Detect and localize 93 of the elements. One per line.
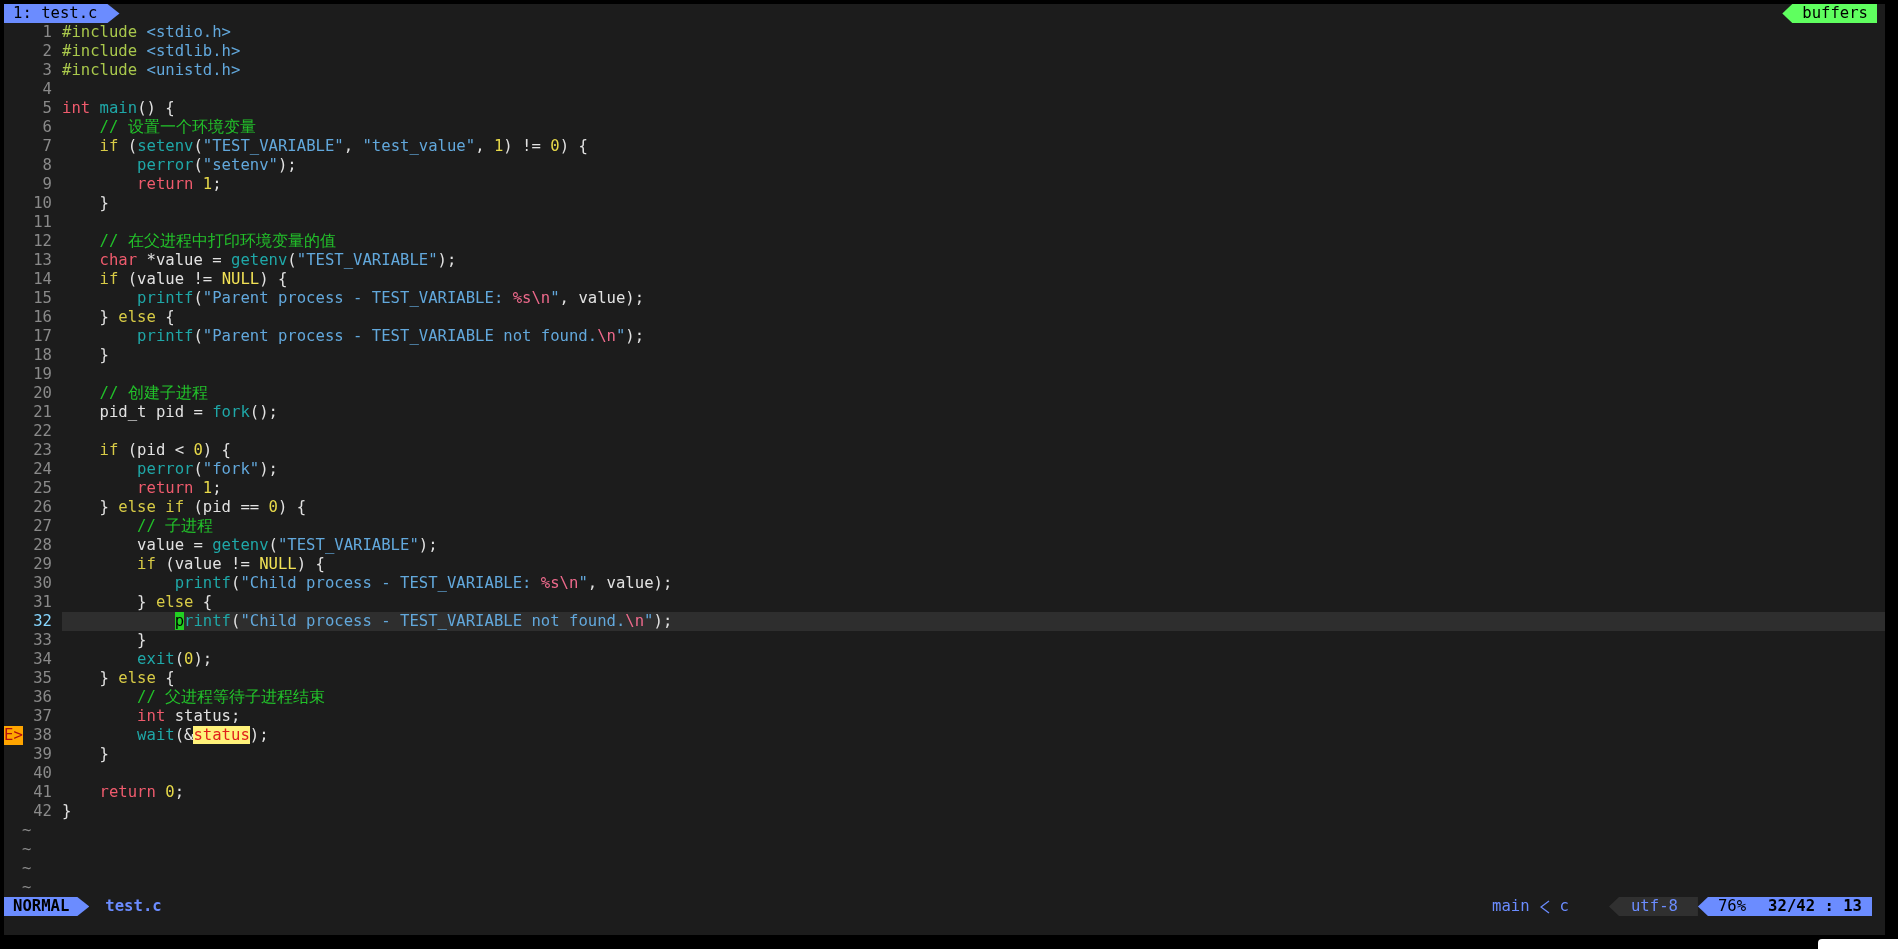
code-line: return 1; (136, 175, 222, 194)
line-number: 2 (42, 42, 52, 60)
line-number: 21 (33, 403, 52, 421)
line-number: 15 (33, 289, 52, 307)
code-line: wait(&status); (136, 726, 269, 745)
code-line: pid_t pid = fork(); (98, 403, 278, 422)
code-line: } else if (pid == 0) { (98, 498, 307, 517)
line-number: 32 (33, 612, 52, 630)
line-number: 19 (33, 365, 52, 383)
code-line: } else { (98, 308, 175, 327)
line-number: 13 (33, 251, 52, 269)
file-type: c (1559, 897, 1569, 916)
line-number: 29 (33, 555, 52, 573)
line-number: 39 (33, 745, 52, 763)
line-number: 31 (33, 593, 52, 611)
line-number: 8 (42, 156, 52, 174)
code-line: printf("Parent process - TEST_VARIABLE: %s\n", value); (136, 289, 645, 308)
buffers-button[interactable]: buffers (1782, 4, 1877, 23)
line-number: 42 (33, 802, 52, 820)
line-number: 24 (33, 460, 52, 478)
file-name: test.c (105, 897, 162, 916)
cursor-position: 32/42 : 13 (1768, 897, 1862, 916)
code-line: perror("setenv"); (136, 156, 297, 175)
line-number: 6 (42, 118, 52, 136)
function-name: main (1492, 897, 1530, 916)
line-number: 35 (33, 669, 52, 687)
code-line: printf("Parent process - TEST_VARIABLE not found.\n"); (136, 327, 645, 346)
code-line: perror("fork"); (136, 460, 278, 479)
code-line: int status; (136, 707, 241, 726)
code-line: #include <unistd.h> (62, 61, 241, 80)
line-number: 22 (33, 422, 52, 440)
line-number: 33 (33, 631, 52, 649)
line-number: 23 (33, 441, 52, 459)
line-number: 9 (42, 175, 52, 193)
line-number: 10 (33, 194, 52, 212)
line-number: 12 (33, 232, 52, 250)
line-number: 16 (33, 308, 52, 326)
code-line: // 父进程等待子进程结束 (136, 688, 326, 707)
code-line: #include <stdio.h> (62, 23, 231, 42)
separator-icon (1539, 899, 1550, 914)
code-line: return 0; (98, 783, 185, 802)
code-line: if (setenv("TEST_VARIABLE", "test_value", 1) != 0) { (98, 137, 588, 156)
code-line: exit(0); (136, 650, 213, 669)
code-line: return 1; (136, 479, 222, 498)
line-number: 26 (33, 498, 52, 516)
code-line: int main() { (62, 99, 175, 118)
line-number: 20 (33, 384, 52, 402)
code-line: char *value = getenv("TEST_VARIABLE"); (98, 251, 457, 270)
line-number: 34 (33, 650, 52, 668)
line-number: 11 (33, 213, 52, 231)
error-sign: E> (4, 726, 23, 745)
code-line: // 子进程 (136, 517, 214, 536)
line-number: 17 (33, 327, 52, 345)
tilde-marker: ~ (22, 821, 32, 839)
mode-indicator: NORMAL (4, 897, 90, 916)
code-line: // 设置一个环境变量 (98, 118, 256, 137)
line-number: 18 (33, 346, 52, 364)
encoding-label: utf-8 (1609, 897, 1698, 916)
line-number: 37 (33, 707, 52, 725)
code-line: } (98, 745, 109, 764)
line-number: 28 (33, 536, 52, 554)
line-number: 5 (42, 99, 52, 117)
line-number: 38 (33, 726, 52, 744)
code-line: if (value != NULL) { (136, 555, 325, 574)
code-line: } (62, 802, 72, 821)
line-number: 41 (33, 783, 52, 801)
line-number: 3 (42, 61, 52, 79)
code-line: // 在父进程中打印环境变量的值 (98, 232, 336, 251)
tilde-marker: ~ (22, 859, 32, 877)
line-number: 36 (33, 688, 52, 706)
scroll-percent: 76% (1717, 897, 1747, 916)
code-line: } (98, 194, 109, 213)
code-line: } else { (136, 593, 213, 612)
line-number: 14 (33, 270, 52, 288)
code-line: // 创建子进程 (98, 384, 208, 403)
code-line: printf("Child process - TEST_VARIABLE: %s\n", value); (173, 574, 673, 593)
code-line: } else { (98, 669, 175, 688)
line-number: 25 (33, 479, 52, 497)
tilde-marker: ~ (22, 878, 32, 896)
tab[interactable]: 1: test.c (4, 4, 120, 23)
line-number: 4 (42, 80, 52, 98)
code-line: } (98, 346, 109, 365)
line-number: 40 (33, 764, 52, 782)
code-line: if (pid < 0) { (98, 441, 231, 460)
code-line: if (value != NULL) { (98, 270, 288, 289)
code-line: value = getenv("TEST_VARIABLE"); (136, 536, 438, 555)
code-line: #include <stdlib.h> (62, 42, 241, 61)
code-line: } (136, 631, 147, 650)
line-number: 1 (42, 23, 52, 41)
line-number: 27 (33, 517, 52, 535)
tilde-marker: ~ (22, 840, 32, 858)
line-number: 7 (42, 137, 52, 155)
line-number: 30 (33, 574, 52, 592)
